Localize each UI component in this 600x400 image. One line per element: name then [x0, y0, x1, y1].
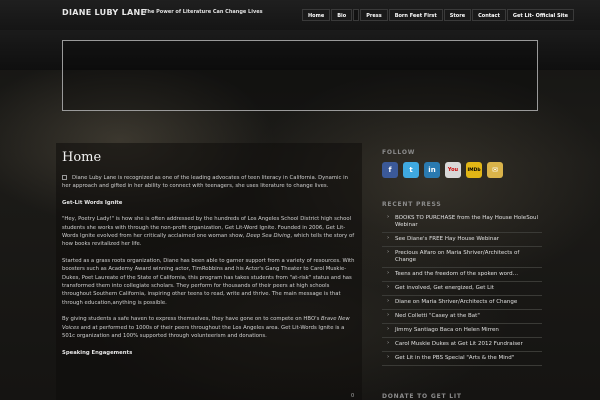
header-banner: [62, 40, 538, 111]
recent-press-list: BOOKS TO PURCHASE from the Hay House Hol…: [382, 212, 542, 366]
page-title: Home: [62, 150, 102, 165]
linkedin-icon[interactable]: in: [424, 162, 440, 178]
nav-born-feet-first[interactable]: Born Feet First: [388, 9, 443, 21]
press-link[interactable]: Carol Muskie Dukes at Get Lit 2012 Fundr…: [382, 338, 542, 352]
nav-contact[interactable]: Contact: [472, 9, 506, 21]
recent-press-heading: RECENT PRESS: [382, 201, 442, 208]
press-link[interactable]: Teens and the freedom of the spoken word…: [382, 268, 542, 282]
press-link[interactable]: BOOKS TO PURCHASE from the Hay House Hol…: [382, 212, 542, 233]
press-link[interactable]: Diane on Maria Shriver/Architects of Cha…: [382, 296, 542, 310]
donate-heading: DONATE TO GET LIT: [382, 393, 462, 400]
section-heading-speaking: Speaking Engagements: [62, 349, 133, 356]
intro-image-placeholder: [62, 175, 67, 180]
show-title: Deep Sea Diving: [246, 233, 291, 240]
paragraph-grass-roots: Started as a grass roots organization, D…: [62, 257, 355, 306]
press-link[interactable]: Get involved, Get energized, Get Lit: [382, 282, 542, 296]
main-content: Diane Luby Lane is recognized as one of …: [62, 174, 358, 357]
press-link[interactable]: See Diane's FREE Hay House Webinar: [382, 233, 542, 247]
press-link[interactable]: Jimmy Santiago Baca on Helen Mirren: [382, 324, 542, 338]
social-icons: f t in You IMDb ✉: [382, 162, 503, 178]
paragraph-safe-haven: By giving students a safe haven to expre…: [62, 315, 358, 340]
follow-heading: FOLLOW: [382, 149, 416, 156]
press-link[interactable]: Get Lit in the PBS Special "Arts & the M…: [382, 352, 542, 366]
paragraph-text: and at performed to 1000s of their peers…: [62, 324, 345, 340]
top-bar: DIANE LUBY LANE The Power of Literature …: [0, 0, 600, 30]
nav-get-lit-official-site[interactable]: Get Lit- Official Site: [506, 9, 575, 21]
nav-press[interactable]: Press: [360, 9, 388, 21]
press-link[interactable]: Precious Alfaro on Maria Shriver/Archite…: [382, 247, 542, 268]
nav-store[interactable]: Store: [443, 9, 472, 21]
press-link[interactable]: Ned Colletti "Casey at the Bat": [382, 310, 542, 324]
youtube-icon[interactable]: You: [445, 162, 461, 178]
intro-text: Diane Luby Lane is recognized as one of …: [62, 175, 348, 190]
intro-paragraph: Diane Luby Lane is recognized as one of …: [62, 174, 358, 191]
twitter-icon[interactable]: t: [403, 162, 419, 178]
paragraph-text: By giving students a safe haven to expre…: [62, 316, 322, 323]
imdb-icon[interactable]: IMDb: [466, 162, 482, 178]
main-nav: Home Bio Press Born Feet First Store Con…: [302, 9, 575, 21]
paragraph-poetry-lady: "Hey, Poetry Lady!" is how she is often …: [62, 215, 358, 249]
content-mark: 0: [351, 393, 355, 399]
nav-separator: [353, 9, 360, 21]
section-heading-get-lit: Get-Lit Words Ignite: [62, 199, 123, 206]
nav-home[interactable]: Home: [302, 9, 331, 21]
site-title[interactable]: DIANE LUBY LANE: [62, 8, 146, 17]
facebook-icon[interactable]: f: [382, 162, 398, 178]
nav-bio[interactable]: Bio: [331, 9, 353, 21]
mail-icon[interactable]: ✉: [487, 162, 503, 178]
site-tagline: The Power of Literature Can Change Lives: [144, 9, 263, 15]
